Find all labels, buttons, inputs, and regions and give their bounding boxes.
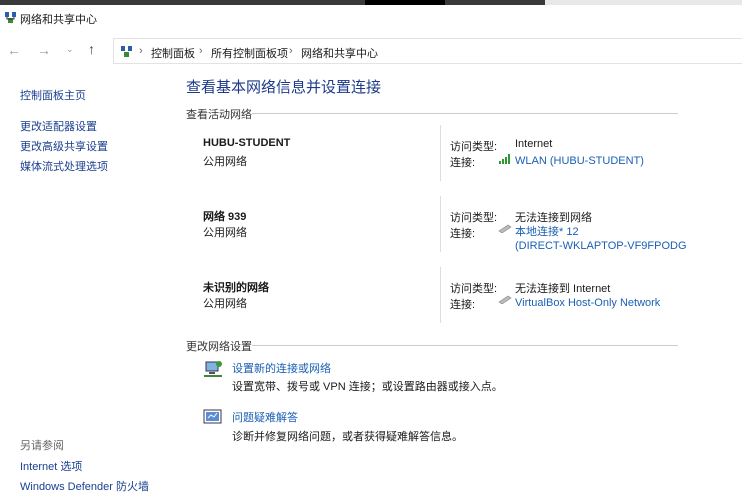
connection-name: VirtualBox Host-Only Network: [515, 297, 661, 309]
connection-link[interactable]: 本地连接* 12 (DIRECT-WKLAPTOP-VF9FPODG: [515, 225, 687, 253]
back-button[interactable]: ←: [7, 42, 21, 58]
chevron-right-icon: ›: [139, 45, 143, 57]
window-title: 网络和共享中心: [20, 14, 97, 26]
network-name: HUBU-STUDENT: [203, 137, 291, 149]
new-connection-icon: [204, 361, 222, 377]
sidebar-item-home[interactable]: 控制面板主页: [20, 87, 86, 103]
breadcrumb-item[interactable]: 网络和共享中心: [301, 45, 378, 61]
see-also-title: 另请参阅: [20, 440, 64, 452]
divider: [252, 345, 678, 346]
network-center-icon: [121, 46, 132, 57]
access-type-value: 无法连接到 Internet: [515, 283, 611, 295]
connection-name-cont: (DIRECT-WKLAPTOP-VF9FPODG: [515, 240, 687, 252]
access-type-value: Internet: [515, 138, 553, 150]
recent-dropdown-button[interactable]: ⌄: [66, 44, 74, 55]
setup-connection-link[interactable]: 设置新的连接或网络: [232, 360, 331, 376]
connection-name: WLAN (HUBU-STUDENT): [515, 155, 644, 167]
divider: [252, 113, 678, 114]
connection-label: 连接:: [450, 157, 476, 169]
setup-connection-desc: 设置宽带、拨号或 VPN 连接；或设置路由器或接入点。: [232, 381, 503, 393]
sidebar-item-media[interactable]: 媒体流式处理选项: [20, 158, 108, 174]
troubleshoot-desc: 诊断并修复网络问题，或者获得疑难解答信息。: [232, 431, 463, 443]
see-also-internet-options[interactable]: Internet 选项: [20, 458, 82, 474]
divider: [440, 267, 441, 323]
chevron-right-icon: ›: [199, 45, 203, 57]
connection-link[interactable]: WLAN (HUBU-STUDENT): [515, 154, 644, 168]
connection-name: 本地连接* 12: [515, 226, 579, 238]
up-button[interactable]: ↑: [88, 41, 95, 57]
breadcrumb-item[interactable]: 所有控制面板项: [211, 45, 288, 61]
access-type-label: 访问类型:: [450, 141, 498, 153]
taskbar-item: [365, 0, 445, 5]
ethernet-cable-icon: [498, 224, 512, 233]
breadcrumb-item[interactable]: 控制面板: [151, 45, 195, 61]
wifi-signal-icon: [499, 154, 510, 164]
chevron-right-icon: ›: [289, 45, 293, 57]
ethernet-cable-icon: [498, 295, 512, 304]
see-also-firewall[interactable]: Windows Defender 防火墙: [20, 478, 149, 494]
access-type-label: 访问类型:: [450, 212, 498, 224]
divider: [440, 196, 441, 252]
connection-link[interactable]: VirtualBox Host-Only Network: [515, 296, 660, 310]
address-bar[interactable]: › 控制面板 › 所有控制面板项 › 网络和共享中心: [113, 38, 742, 64]
network-category[interactable]: 公用网络: [203, 224, 247, 240]
connection-label: 连接:: [450, 228, 476, 240]
connection-label: 连接:: [450, 299, 476, 311]
sidebar-item-adapter[interactable]: 更改适配器设置: [20, 118, 97, 134]
change-settings-header: 更改网络设置: [186, 341, 252, 353]
sidebar-item-sharing[interactable]: 更改高级共享设置: [20, 138, 108, 154]
access-type-value: 无法连接到网络: [515, 212, 592, 224]
active-networks-header: 查看活动网络: [186, 109, 252, 121]
network-category[interactable]: 公用网络: [203, 295, 247, 311]
forward-button[interactable]: →: [37, 42, 51, 58]
taskbar-item: [545, 0, 742, 5]
network-center-icon: [5, 12, 16, 23]
page-title: 查看基本网络信息并设置连接: [186, 79, 382, 96]
divider: [440, 125, 441, 181]
network-category[interactable]: 公用网络: [203, 153, 247, 169]
troubleshoot-link[interactable]: 问题疑难解答: [232, 409, 298, 425]
troubleshoot-icon: [203, 409, 222, 424]
network-name: 网络 939: [203, 211, 247, 223]
network-name: 未识别的网络: [203, 282, 269, 294]
access-type-label: 访问类型:: [450, 283, 498, 295]
